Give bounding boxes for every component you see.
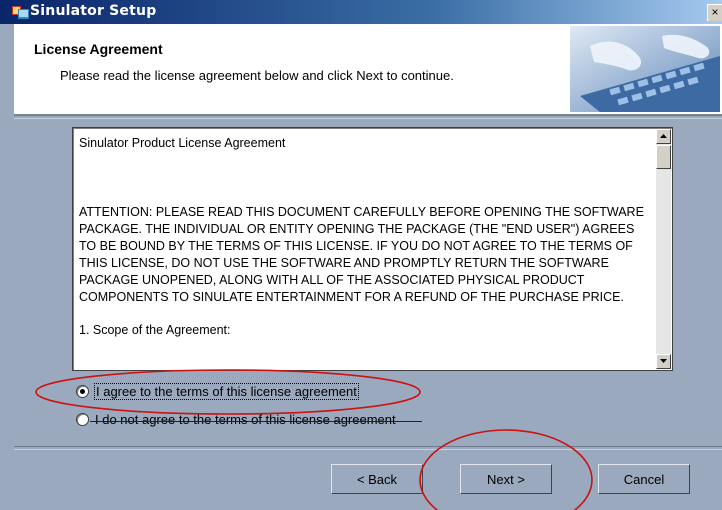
back-button[interactable]: < Back (331, 464, 423, 494)
arrow-down-icon (660, 359, 667, 363)
header-divider (14, 115, 722, 119)
license-heading: Sinulator Product License Agreement (79, 136, 286, 150)
scroll-up-button[interactable] (656, 129, 671, 144)
header-panel: License Agreement Please read the licens… (14, 24, 722, 115)
typing-hands-image (570, 26, 720, 112)
cancel-button[interactable]: Cancel (598, 464, 690, 494)
setup-app-icon (12, 6, 29, 19)
disagree-option[interactable]: I do not agree to the terms of this lice… (76, 412, 396, 427)
license-textbox[interactable]: Sinulator Product License Agreement ATTE… (72, 127, 673, 371)
disagree-label[interactable]: I do not agree to the terms of this lice… (95, 412, 396, 427)
license-text: Sinulator Product License Agreement ATTE… (79, 135, 649, 339)
setup-window: Sinulator Setup × License Agreement Plea… (0, 0, 722, 510)
agree-option[interactable]: I agree to the terms of this license agr… (76, 383, 359, 400)
disagree-radio[interactable] (76, 413, 89, 426)
footer-divider (14, 446, 722, 450)
license-scope-heading: 1. Scope of the Agreement: (79, 323, 231, 337)
next-button[interactable]: Next > (460, 464, 552, 494)
scroll-down-button[interactable] (656, 354, 671, 369)
agree-radio[interactable] (76, 385, 89, 398)
scroll-thumb[interactable] (656, 145, 671, 169)
page-subtitle: Please read the license agreement below … (60, 68, 454, 83)
arrow-up-icon (660, 134, 667, 138)
license-scrollbar[interactable] (656, 129, 671, 369)
page-title: License Agreement (34, 41, 163, 57)
window-title: Sinulator Setup (30, 3, 157, 19)
title-bar[interactable]: Sinulator Setup × (0, 0, 722, 24)
close-button[interactable]: × (707, 4, 722, 21)
disagree-strike-line (90, 421, 422, 422)
license-attention-paragraph: ATTENTION: PLEASE READ THIS DOCUMENT CAR… (79, 205, 644, 304)
agree-label[interactable]: I agree to the terms of this license agr… (94, 383, 359, 400)
